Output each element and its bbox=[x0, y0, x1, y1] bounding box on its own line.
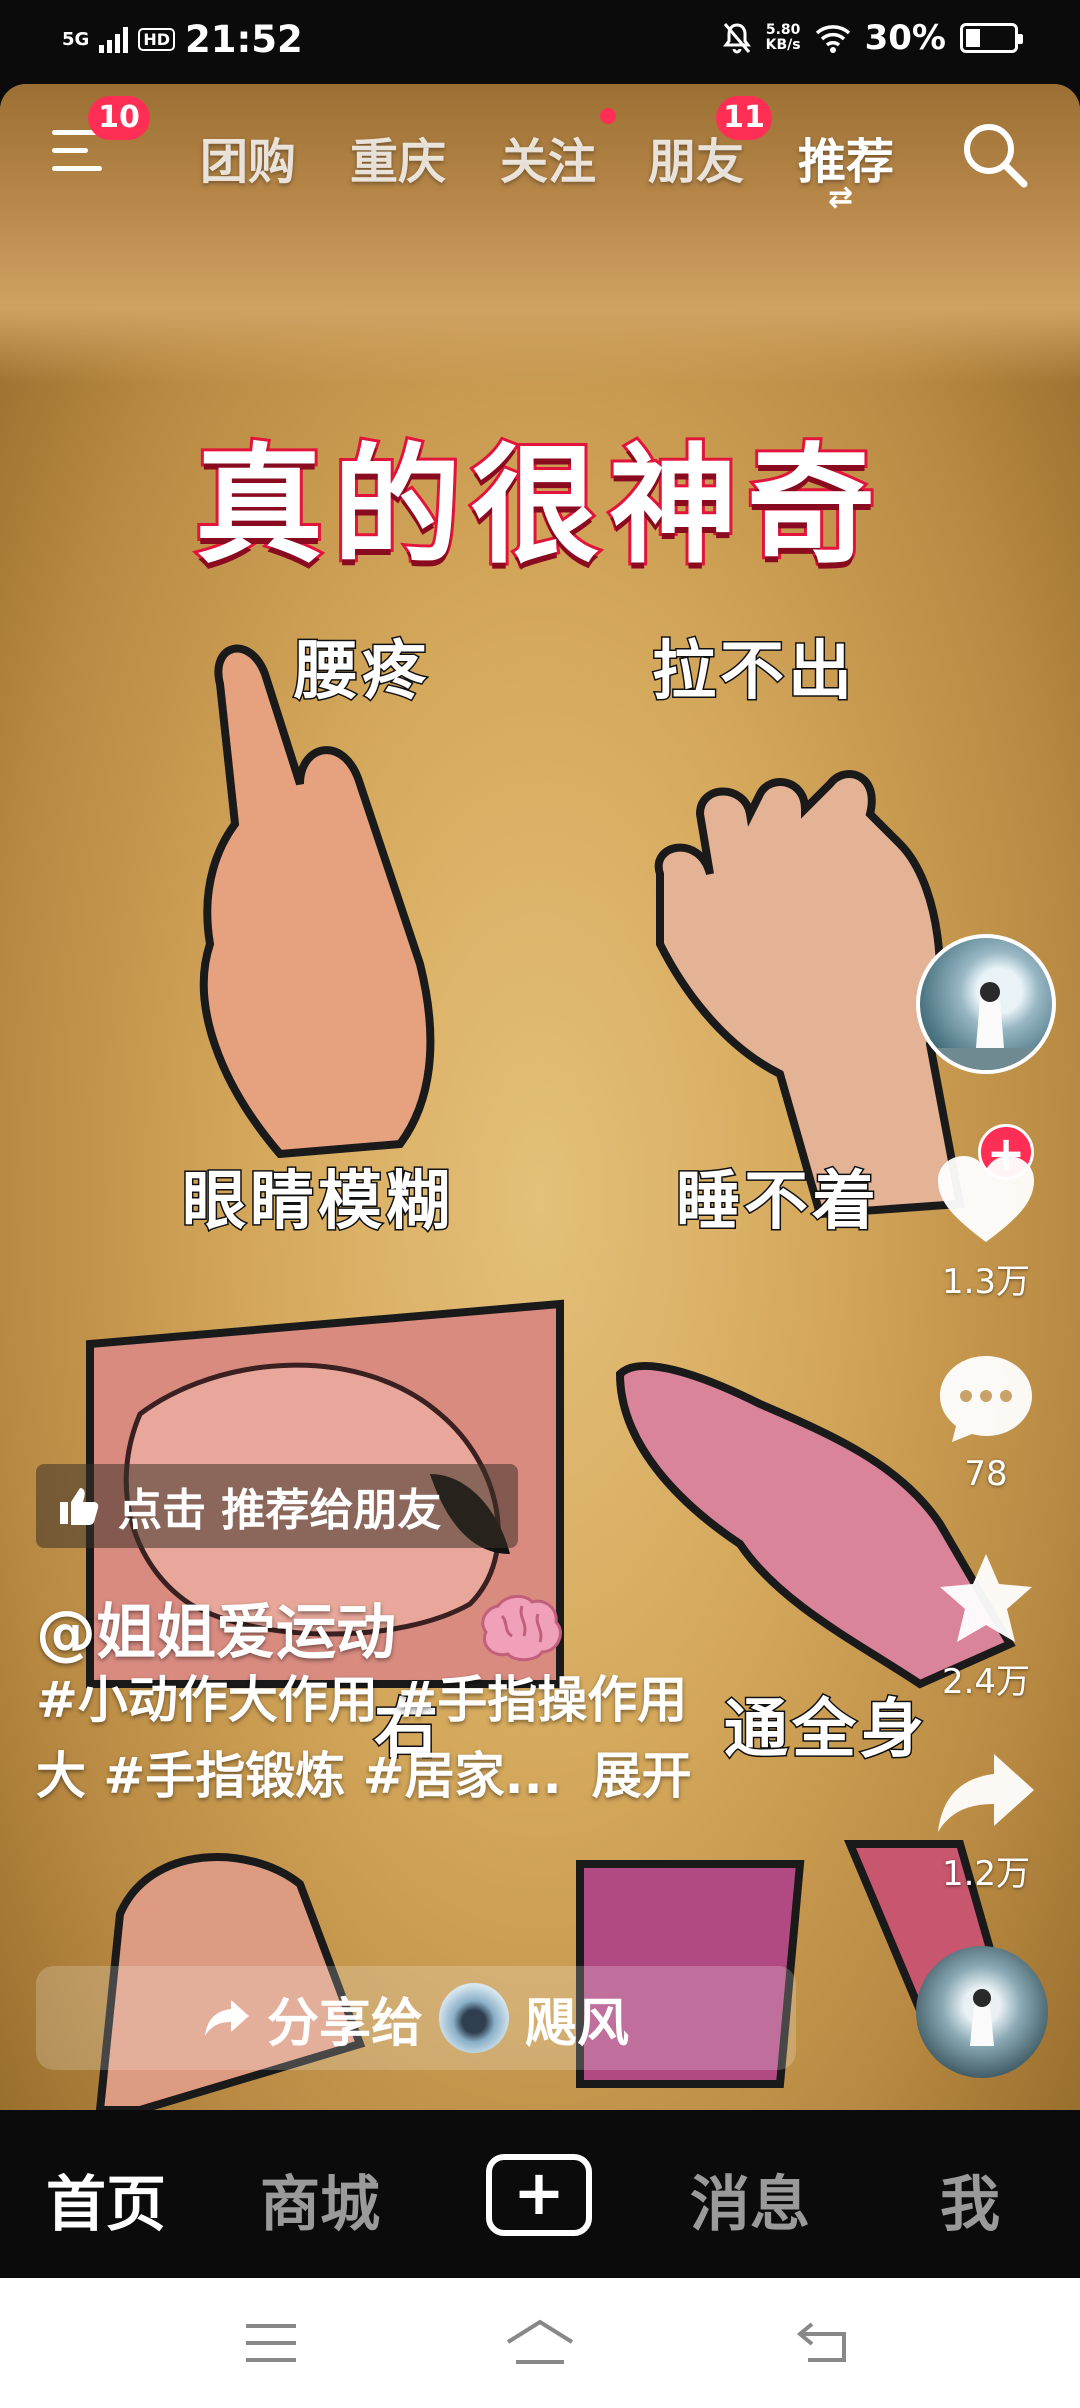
create-button[interactable]: + bbox=[486, 2154, 592, 2236]
back-icon[interactable] bbox=[796, 2320, 850, 2364]
video-label-constipation: 拉不出 bbox=[651, 634, 856, 711]
video-label-waist: 腰疼 bbox=[293, 634, 430, 711]
video-title: 真的很神奇 bbox=[192, 429, 885, 584]
tab-following[interactable]: 关注 bbox=[500, 122, 596, 192]
comment-icon bbox=[940, 1356, 1032, 1442]
network-speed: 5.80 KB/s bbox=[765, 22, 801, 53]
comment-action[interactable]: 78 bbox=[916, 1350, 1056, 1494]
star-icon bbox=[940, 1554, 1032, 1642]
video-label-insomnia: 睡不着 bbox=[675, 1164, 880, 1241]
tab-chongqing[interactable]: 重庆 bbox=[350, 122, 446, 192]
wifi-icon bbox=[815, 25, 850, 53]
hashtags-line-2[interactable]: 大 #手指锻炼 #居家... bbox=[36, 1747, 562, 1805]
following-dot bbox=[600, 108, 616, 124]
music-disc-avatar[interactable] bbox=[916, 1946, 1048, 2078]
hand-constipation-icon bbox=[654, 770, 965, 1219]
status-bar: 5G HD 21:52 5.80 KB/s 30% bbox=[0, 0, 1080, 84]
video-label-blurred-vision: 眼睛模糊 bbox=[181, 1164, 454, 1241]
video-player[interactable]: 真的很神奇 腰疼 拉不出 眼睛模糊 睡不着 通全身 右 10 团购 重庆 关注 … bbox=[0, 84, 1080, 2110]
recommend-to-friends-bar[interactable]: 点击 推荐给朋友 bbox=[36, 1464, 518, 1548]
mute-bell-icon bbox=[722, 23, 751, 54]
bottom-nav: 首页 商城 + 消息 我 bbox=[0, 2110, 1080, 2278]
clock: 21:52 bbox=[184, 18, 303, 61]
contact-avatar bbox=[439, 1983, 509, 2053]
battery-icon bbox=[960, 23, 1023, 53]
tab-group-buy[interactable]: 团购 bbox=[200, 122, 296, 192]
nav-mall[interactable]: 商城 bbox=[260, 2156, 380, 2243]
author-avatar[interactable] bbox=[916, 934, 1056, 1074]
search-icon[interactable] bbox=[960, 120, 1030, 190]
author-name[interactable]: @姐姐爱运动 bbox=[36, 1584, 396, 1671]
thumbs-up-icon bbox=[60, 1488, 99, 1525]
nav-messages[interactable]: 消息 bbox=[690, 2156, 810, 2243]
contact-name: 飓风 bbox=[525, 1993, 630, 2054]
like-action[interactable]: 1.3万 bbox=[916, 1152, 1056, 1303]
share-count: 1.2万 bbox=[941, 1854, 1031, 1894]
system-nav-bar bbox=[0, 2278, 1080, 2408]
nav-home[interactable]: 首页 bbox=[46, 2156, 166, 2243]
hand-waist-icon bbox=[199, 644, 435, 1159]
favorite-action[interactable]: 2.4万 bbox=[916, 1550, 1056, 1703]
post-description: #小动作大作用 #手指操作用 大 #手指锻炼 #居家... 展开 bbox=[36, 1662, 816, 1814]
swap-icon[interactable]: ⇄ bbox=[828, 180, 853, 215]
friends-badge: 11 bbox=[716, 96, 772, 140]
share-action[interactable]: 1.2万 bbox=[916, 1748, 1056, 1895]
status-right: 5.80 KB/s 30% bbox=[722, 18, 1023, 58]
like-count: 1.3万 bbox=[941, 1262, 1031, 1302]
battery-percent: 30% bbox=[864, 18, 946, 58]
home-icon[interactable] bbox=[504, 2318, 576, 2366]
share-to-contact-bar[interactable]: 分享给 飓风 bbox=[36, 1966, 796, 2070]
music-disc-icon bbox=[970, 1989, 994, 2046]
recommend-label: 点击 推荐给朋友 bbox=[118, 1485, 442, 1536]
heart-icon bbox=[938, 1156, 1034, 1242]
top-nav: 10 团购 重庆 关注 朋友 11 推荐 ⇄ bbox=[0, 84, 1080, 274]
recent-apps-icon[interactable] bbox=[244, 2322, 298, 2364]
network-type: 5G bbox=[62, 28, 90, 50]
hashtags-line-1[interactable]: #小动作大作用 #手指操作用 bbox=[36, 1662, 816, 1738]
nav-me[interactable]: 我 bbox=[940, 2156, 1000, 2243]
signal-icon bbox=[99, 26, 129, 53]
menu-badge: 10 bbox=[88, 96, 150, 140]
comment-count: 78 bbox=[964, 1454, 1008, 1494]
share-arrow-icon bbox=[938, 1754, 1034, 1832]
favorite-count: 2.4万 bbox=[941, 1662, 1031, 1702]
hd-icon: HD bbox=[138, 27, 175, 52]
share-label: 分享给 bbox=[266, 1993, 423, 2054]
status-left: 5G HD 21:52 bbox=[62, 18, 303, 61]
expand-button[interactable]: 展开 bbox=[592, 1747, 692, 1805]
brain-emoji-icon bbox=[481, 1595, 562, 1662]
share-forward-icon bbox=[204, 2000, 249, 2036]
